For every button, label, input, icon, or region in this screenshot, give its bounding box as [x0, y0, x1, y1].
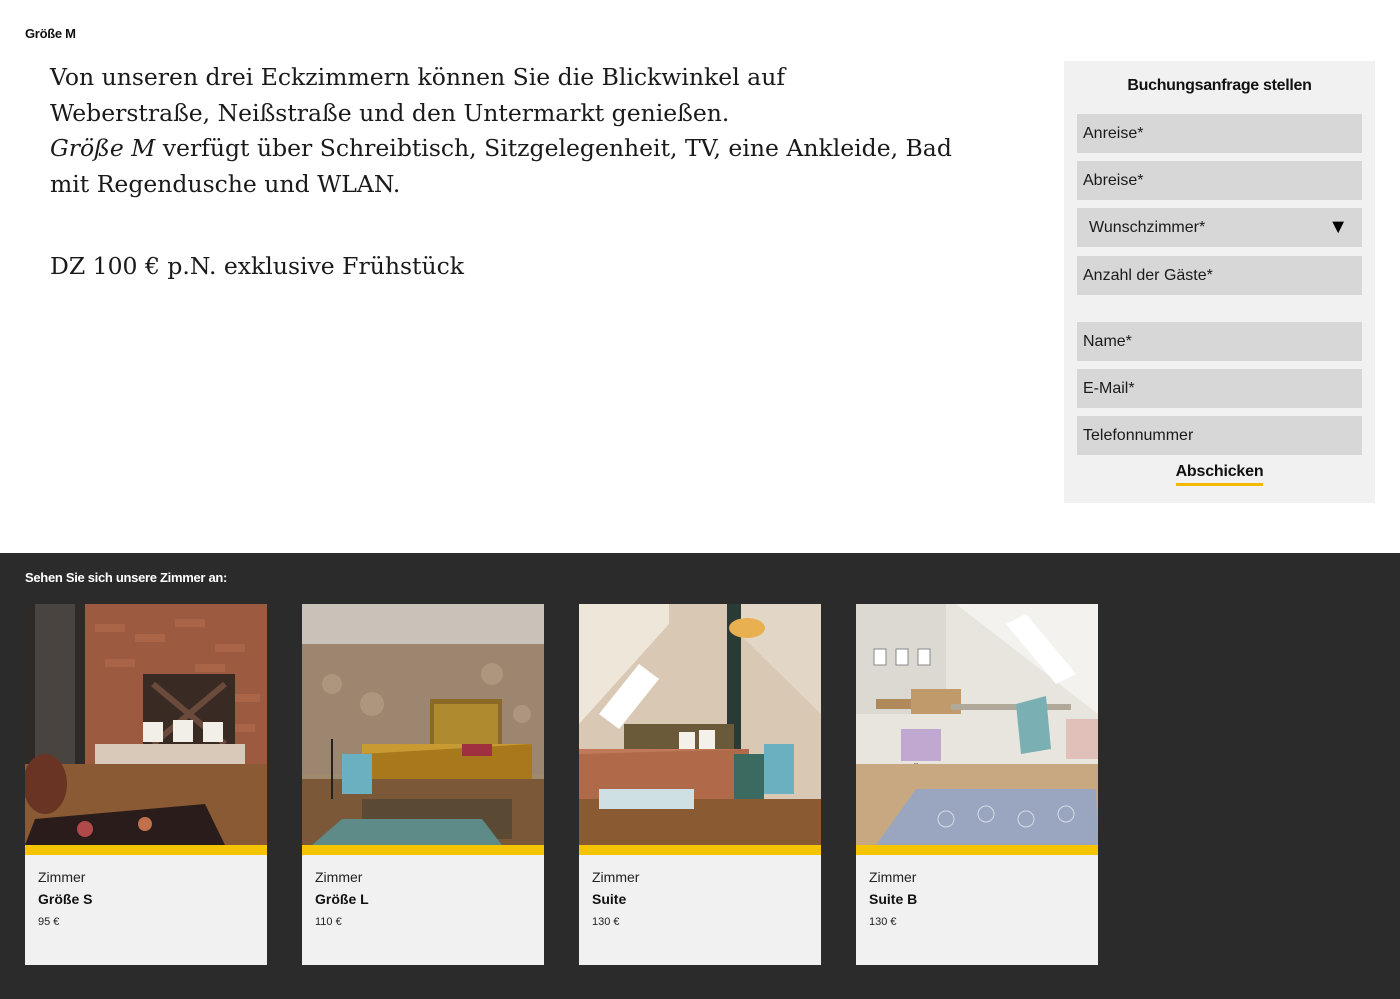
accent-stripe [302, 845, 544, 855]
room-card[interactable]: Zimmer Größe S 95 € [25, 604, 267, 965]
accent-stripe [856, 845, 1098, 855]
accent-stripe [25, 845, 267, 855]
submit-wrapper: Abschicken [1064, 463, 1375, 486]
room-kind: Zimmer [315, 869, 363, 885]
room-card-price: 130 € [869, 916, 897, 928]
dropdown-triangle-icon: ▼ [1328, 216, 1348, 238]
room-kind: Zimmer [592, 869, 640, 885]
room-card[interactable]: Zimmer Suite B 130 € [856, 604, 1098, 965]
room-price: DZ 100 € p.N. exklusive Frühstück [50, 252, 465, 280]
name-field[interactable]: Name* [1077, 322, 1362, 361]
room-card[interactable]: Zimmer Suite 130 € [579, 604, 821, 965]
booking-form-title: Buchungsanfrage stellen [1127, 77, 1312, 94]
room-kind: Zimmer [869, 869, 917, 885]
room-card-name: Größe S [38, 891, 93, 907]
room-kind: Zimmer [38, 869, 86, 885]
room-select[interactable]: Wunschzimmer* ▼ [1077, 208, 1362, 247]
accent-stripe [579, 845, 821, 855]
room-card-price: 95 € [38, 916, 60, 928]
submit-button[interactable]: Abschicken [1175, 463, 1264, 486]
phone-field[interactable]: Telefonnummer [1077, 416, 1362, 455]
description-line-rest: verfügt über Schreibtisch, Sitzgelegenhe… [155, 134, 952, 162]
description-line: Von unseren drei Eckzimmern können Sie d… [50, 63, 786, 91]
description-line: Größe M verfügt über Schreibtisch, Sitzg… [50, 131, 990, 167]
room-description: Von unseren drei Eckzimmern können Sie d… [50, 60, 990, 202]
description-line: Weberstraße, Neißstraße und den Untermar… [50, 98, 730, 127]
description-line: mit Regendusche und WLAN. [50, 169, 401, 198]
room-name-emphasis: Größe M [50, 134, 156, 162]
guests-field[interactable]: Anzahl der Gäste* [1077, 256, 1362, 295]
room-card-price: 110 € [315, 916, 342, 928]
room-photo[interactable] [579, 604, 821, 845]
room-card-name: Größe L [315, 891, 369, 907]
booking-form: Buchungsanfrage stellen Anreise* Abreise… [1064, 61, 1375, 503]
departure-field[interactable]: Abreise* [1077, 161, 1362, 200]
room-card[interactable]: Zimmer Größe L 110 € [302, 604, 544, 965]
arrival-field[interactable]: Anreise* [1077, 114, 1362, 153]
room-card-name: Suite B [869, 891, 918, 907]
page-title: Größe M [25, 26, 76, 41]
room-photo[interactable] [856, 604, 1098, 845]
room-photo[interactable] [25, 604, 267, 845]
room-card-price: 130 € [592, 916, 620, 928]
room-select-label: Wunschzimmer* [1089, 218, 1206, 236]
email-field[interactable]: E-Mail* [1077, 369, 1362, 408]
rooms-section: Sehen Sie sich unsere Zimmer an: Zimmer … [0, 553, 1400, 999]
room-photo[interactable] [302, 604, 544, 845]
rooms-heading: Sehen Sie sich unsere Zimmer an: [25, 570, 228, 585]
room-card-name: Suite [592, 891, 627, 907]
